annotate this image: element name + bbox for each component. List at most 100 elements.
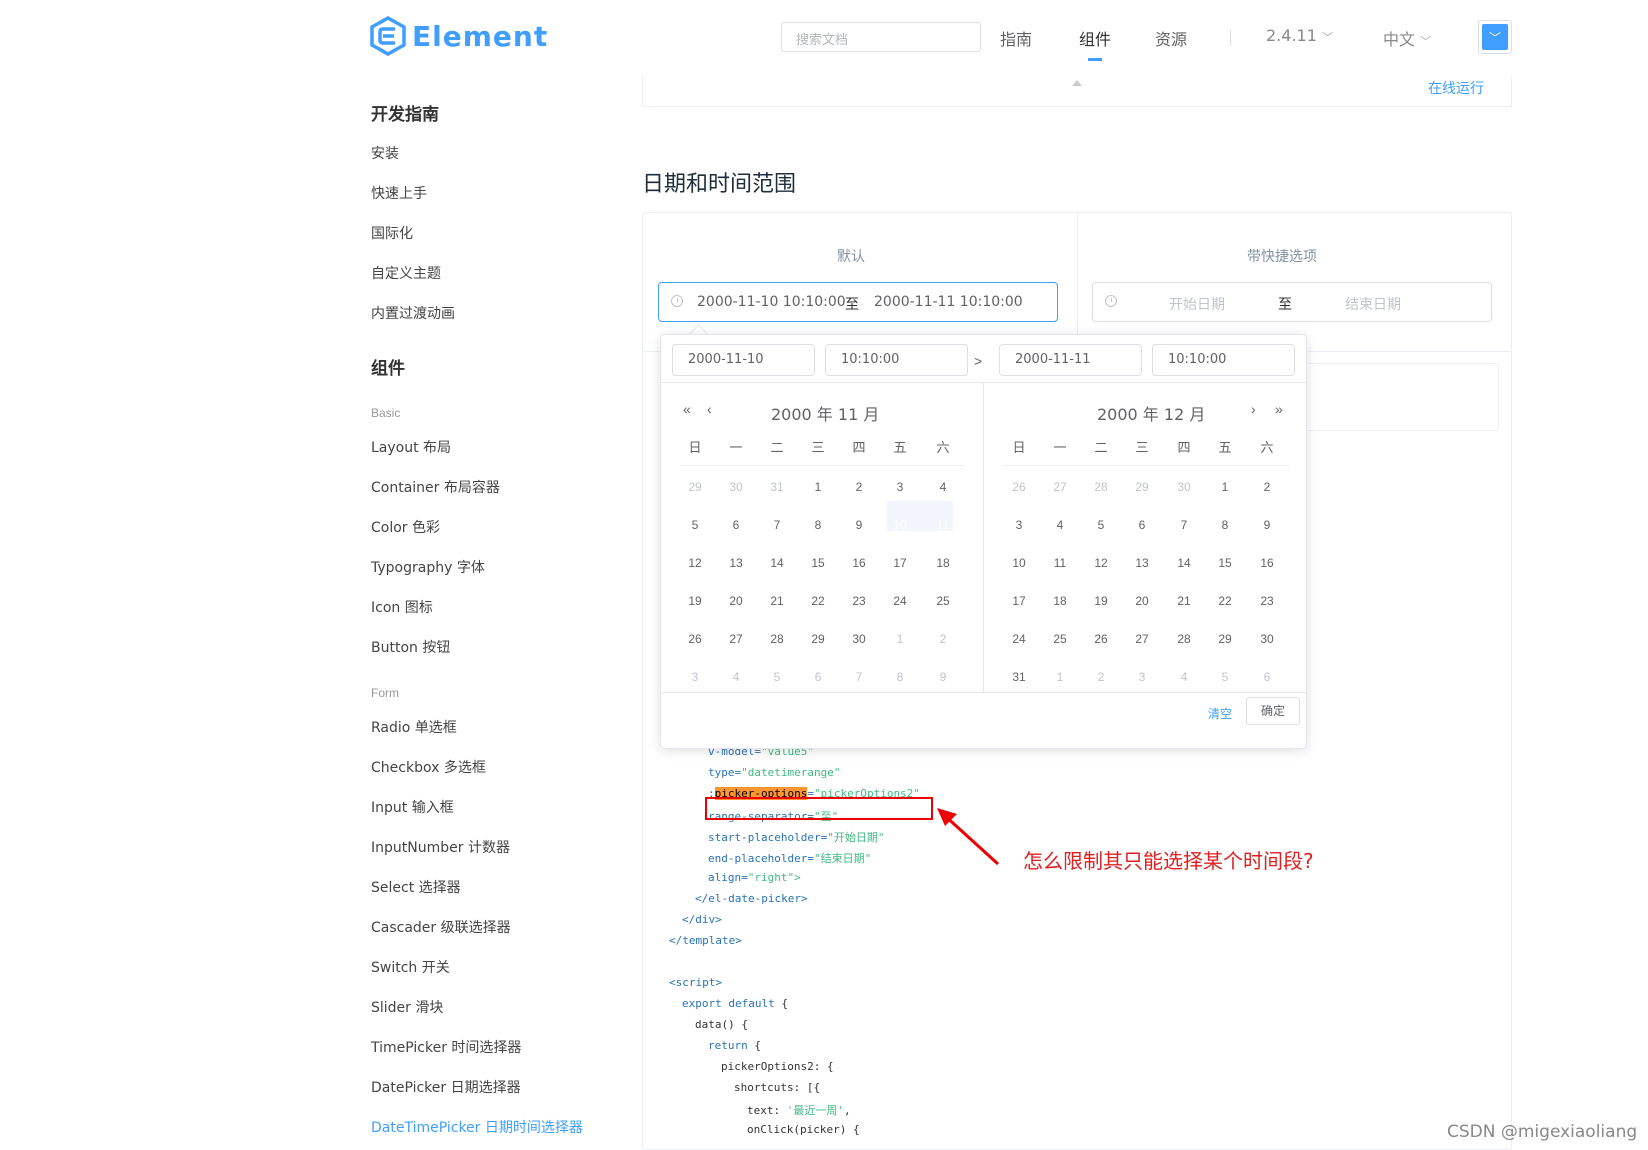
calendar-day[interactable]: 8 xyxy=(885,665,915,689)
end-time-input[interactable]: 10:10:00 xyxy=(1152,344,1295,376)
theme-picker-button[interactable]: ﹀ xyxy=(1478,20,1512,54)
sidebar-item[interactable]: DateTimePicker 日期时间选择器 xyxy=(371,1117,583,1137)
range-end-value[interactable]: 2000-11-11 10:10:00 xyxy=(874,294,1023,310)
calendar-day[interactable]: 16 xyxy=(1252,551,1282,575)
calendar-day[interactable]: 17 xyxy=(1004,589,1034,613)
calendar-day[interactable]: 27 xyxy=(1127,627,1157,651)
language-select[interactable]: 中文 ﹀ xyxy=(1383,26,1431,50)
calendar-day[interactable]: 13 xyxy=(1127,551,1157,575)
sidebar-item[interactable]: Layout 布局 xyxy=(371,437,451,457)
calendar-day[interactable]: 26 xyxy=(1086,627,1116,651)
calendar-day[interactable]: 31 xyxy=(762,475,792,499)
calendar-day[interactable]: 17 xyxy=(885,551,915,575)
calendar-day[interactable]: 12 xyxy=(1086,551,1116,575)
logo[interactable]: Element xyxy=(370,16,548,56)
sidebar-item[interactable]: 内置过渡动画 xyxy=(371,303,455,323)
calendar-day[interactable]: 7 xyxy=(844,665,874,689)
calendar-day[interactable]: 1 xyxy=(803,475,833,499)
calendar-day[interactable]: 26 xyxy=(1004,475,1034,499)
range-start-value[interactable]: 2000-11-10 10:10:00 xyxy=(697,294,846,310)
calendar-day[interactable]: 20 xyxy=(1127,589,1157,613)
calendar-day[interactable]: 19 xyxy=(1086,589,1116,613)
calendar-day[interactable]: 5 xyxy=(762,665,792,689)
prev-year-icon[interactable]: « xyxy=(683,401,691,417)
calendar-day[interactable]: 27 xyxy=(721,627,751,651)
calendar-day[interactable]: 15 xyxy=(1210,551,1240,575)
calendar-day[interactable]: 6 xyxy=(1127,513,1157,537)
calendar-day[interactable]: 3 xyxy=(885,475,915,499)
search-input[interactable]: 搜索文档 xyxy=(781,22,981,52)
calendar-day[interactable]: 29 xyxy=(1127,475,1157,499)
calendar-day[interactable]: 23 xyxy=(1252,589,1282,613)
calendar-day[interactable]: 19 xyxy=(680,589,710,613)
calendar-day[interactable]: 10 xyxy=(885,513,915,537)
sidebar-item[interactable]: Switch 开关 xyxy=(371,957,450,977)
calendar-day[interactable]: 5 xyxy=(1086,513,1116,537)
nav-resources[interactable]: 资源 xyxy=(1155,26,1187,50)
calendar-day[interactable]: 3 xyxy=(1004,513,1034,537)
calendar-day[interactable]: 5 xyxy=(1210,665,1240,689)
calendar-day[interactable]: 5 xyxy=(680,513,710,537)
sidebar-item[interactable]: DatePicker 日期选择器 xyxy=(371,1077,521,1097)
calendar-day[interactable]: 24 xyxy=(885,589,915,613)
calendar-day[interactable]: 4 xyxy=(928,475,958,499)
sidebar-item[interactable]: Color 色彩 xyxy=(371,517,440,537)
version-select[interactable]: 2.4.11 ﹀ xyxy=(1266,26,1333,45)
sidebar-item[interactable]: 自定义主题 xyxy=(371,263,441,283)
sidebar-item[interactable]: 安装 xyxy=(371,143,399,163)
datetime-range-input-shortcut[interactable]: 开始日期 至 结束日期 xyxy=(1092,282,1492,322)
calendar-day[interactable]: 25 xyxy=(928,589,958,613)
end-date-input[interactable]: 2000-11-11 xyxy=(999,344,1142,376)
calendar-day[interactable]: 4 xyxy=(721,665,751,689)
sidebar-item[interactable]: Cascader 级联选择器 xyxy=(371,917,511,937)
calendar-day[interactable]: 8 xyxy=(1210,513,1240,537)
calendar-day[interactable]: 30 xyxy=(844,627,874,651)
calendar-day[interactable]: 4 xyxy=(1045,513,1075,537)
calendar-day[interactable]: 30 xyxy=(1169,475,1199,499)
calendar-day[interactable]: 30 xyxy=(1252,627,1282,651)
calendar-day[interactable]: 6 xyxy=(803,665,833,689)
calendar-day[interactable]: 21 xyxy=(762,589,792,613)
sidebar-item[interactable]: Icon 图标 xyxy=(371,597,433,617)
calendar-day[interactable]: 22 xyxy=(803,589,833,613)
calendar-day[interactable]: 26 xyxy=(680,627,710,651)
calendar-day[interactable]: 21 xyxy=(1169,589,1199,613)
sidebar-item[interactable]: Button 按钮 xyxy=(371,637,450,657)
start-time-input[interactable]: 10:10:00 xyxy=(825,344,968,376)
collapse-caret-icon[interactable] xyxy=(1072,80,1082,86)
sidebar-item[interactable]: Container 布局容器 xyxy=(371,477,500,497)
next-year-icon[interactable]: » xyxy=(1275,401,1283,417)
calendar-day[interactable]: 12 xyxy=(680,551,710,575)
calendar-day[interactable]: 29 xyxy=(803,627,833,651)
calendar-day[interactable]: 28 xyxy=(762,627,792,651)
calendar-day[interactable]: 29 xyxy=(680,475,710,499)
calendar-day[interactable]: 9 xyxy=(1252,513,1282,537)
calendar-day[interactable]: 2 xyxy=(928,627,958,651)
calendar-day[interactable]: 24 xyxy=(1004,627,1034,651)
calendar-day[interactable]: 1 xyxy=(1210,475,1240,499)
calendar-day[interactable]: 2 xyxy=(1086,665,1116,689)
calendar-day[interactable]: 11 xyxy=(928,513,958,537)
calendar-day[interactable]: 3 xyxy=(680,665,710,689)
nav-components[interactable]: 组件 xyxy=(1079,26,1111,50)
calendar-day[interactable]: 16 xyxy=(844,551,874,575)
calendar-day[interactable]: 10 xyxy=(1004,551,1034,575)
calendar-day[interactable]: 14 xyxy=(762,551,792,575)
calendar-day[interactable]: 11 xyxy=(1045,551,1075,575)
calendar-day[interactable]: 30 xyxy=(721,475,751,499)
calendar-day[interactable]: 28 xyxy=(1086,475,1116,499)
next-month-icon[interactable]: › xyxy=(1251,401,1256,417)
nav-guide[interactable]: 指南 xyxy=(1000,26,1032,50)
calendar-day[interactable]: 27 xyxy=(1045,475,1075,499)
sidebar-item[interactable]: 国际化 xyxy=(371,223,413,243)
calendar-day[interactable]: 9 xyxy=(844,513,874,537)
calendar-day[interactable]: 15 xyxy=(803,551,833,575)
calendar-day[interactable]: 31 xyxy=(1004,665,1034,689)
calendar-day[interactable]: 18 xyxy=(1045,589,1075,613)
sidebar-item[interactable]: Typography 字体 xyxy=(371,557,485,577)
confirm-button[interactable]: 确定 xyxy=(1246,697,1300,725)
range-start-placeholder[interactable]: 开始日期 xyxy=(1169,294,1225,314)
datetime-range-input-default[interactable]: 2000-11-10 10:10:00 至 2000-11-11 10:10:0… xyxy=(658,282,1058,322)
calendar-day[interactable]: 7 xyxy=(762,513,792,537)
calendar-day[interactable]: 8 xyxy=(803,513,833,537)
